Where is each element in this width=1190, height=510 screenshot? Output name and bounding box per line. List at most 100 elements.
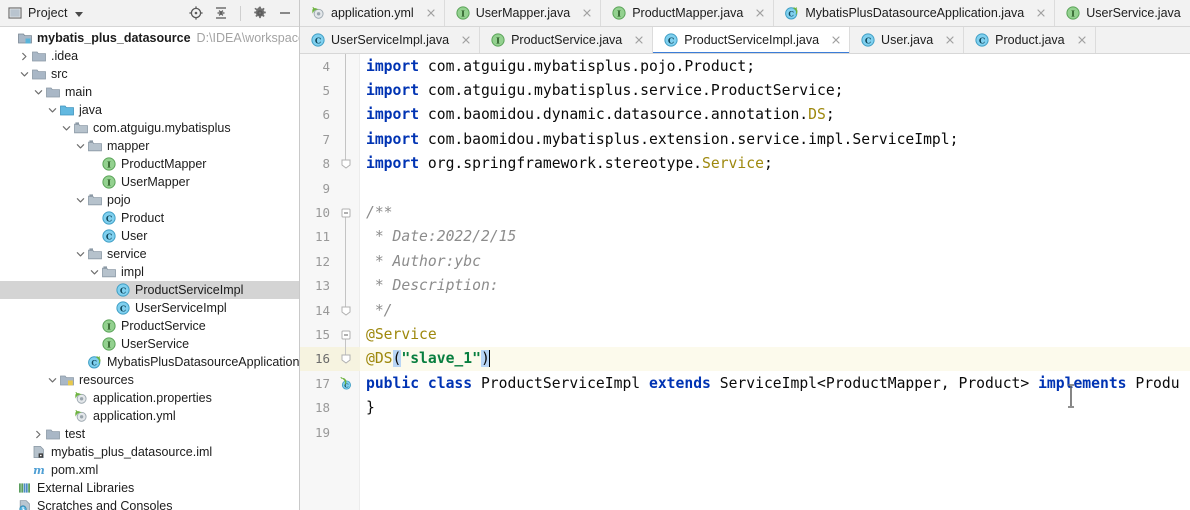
close-icon[interactable]: [1076, 34, 1088, 46]
gear-icon[interactable]: [252, 5, 268, 21]
code-line[interactable]: * Description:: [360, 274, 1190, 298]
tree-node[interactable]: C UserServiceImpl: [0, 299, 299, 317]
editor-tab[interactable]: application.yml: [300, 0, 445, 26]
editor-tab[interactable]: I UserService.java: [1055, 0, 1190, 26]
tree-node[interactable]: I ProductMapper: [0, 155, 299, 173]
gutter-line[interactable]: 9: [300, 176, 360, 200]
code-line[interactable]: * Author:ybc: [360, 249, 1190, 273]
tree-node[interactable]: application.yml: [0, 407, 299, 425]
close-icon[interactable]: [944, 34, 956, 46]
tree-node[interactable]: mybatis_plus_datasource.iml: [0, 443, 299, 461]
fold-expanded-icon[interactable]: [341, 330, 351, 340]
chevron-down-icon[interactable]: [75, 195, 86, 206]
close-icon[interactable]: [425, 7, 437, 19]
gutter-line[interactable]: 8: [300, 152, 360, 176]
editor-gutter[interactable]: 4 5 6 7 8 9 10 11 12 13 14 15 16 17 C 18 19: [300, 54, 360, 510]
tree-node[interactable]: I ProductService: [0, 317, 299, 335]
tree-node[interactable]: pojo: [0, 191, 299, 209]
code-line[interactable]: */: [360, 298, 1190, 322]
editor-tab[interactable]: I UserMapper.java: [444, 0, 602, 26]
editor-tab-active[interactable]: C ProductServiceImpl.java: [653, 27, 851, 53]
editor-tab[interactable]: I ProductService.java: [480, 27, 654, 53]
code-line[interactable]: import com.atguigu.mybatisplus.service.P…: [360, 78, 1190, 102]
tree-node[interactable]: C MybatisPlusDatasourceApplication: [0, 353, 299, 371]
tree-node[interactable]: resources: [0, 371, 299, 389]
tree-node[interactable]: com.atguigu.mybatisplus: [0, 119, 299, 137]
tree-node[interactable]: src: [0, 65, 299, 83]
chevron-down-icon[interactable]: [47, 105, 58, 116]
code-line[interactable]: import com.atguigu.mybatisplus.pojo.Prod…: [360, 54, 1190, 78]
tree-node[interactable]: External Libraries: [0, 479, 299, 497]
code-line[interactable]: import com.baomidou.mybatisplus.extensio…: [360, 127, 1190, 151]
tree-node[interactable]: main: [0, 83, 299, 101]
fold-expanded-icon[interactable]: [341, 208, 351, 218]
gutter-line[interactable]: 15: [300, 322, 360, 346]
tree-node[interactable]: service: [0, 245, 299, 263]
gutter-line[interactable]: 6: [300, 103, 360, 127]
tree-node[interactable]: impl: [0, 263, 299, 281]
close-icon[interactable]: [460, 34, 472, 46]
spring-bean-icon[interactable]: C: [334, 376, 356, 391]
chevron-down-icon[interactable]: [19, 69, 30, 80]
code-editor[interactable]: import com.atguigu.mybatisplus.pojo.Prod…: [360, 54, 1190, 510]
gutter-line[interactable]: 10: [300, 200, 360, 224]
tree-node[interactable]: java: [0, 101, 299, 119]
editor-body[interactable]: 4 5 6 7 8 9 10 11 12 13 14 15 16 17 C 18 19 import com.a…: [300, 54, 1190, 510]
tree-node[interactable]: C User: [0, 227, 299, 245]
tree-node[interactable]: .idea: [0, 47, 299, 65]
chevron-right-icon[interactable]: [33, 429, 44, 440]
gutter-line[interactable]: 5: [300, 78, 360, 102]
chevron-down-icon[interactable]: [74, 11, 83, 17]
chevron-down-icon[interactable]: [47, 375, 58, 386]
gutter-line[interactable]: 11: [300, 225, 360, 249]
tree-node[interactable]: C Product: [0, 209, 299, 227]
tree-node[interactable]: I UserService: [0, 335, 299, 353]
gutter-line[interactable]: 13: [300, 274, 360, 298]
gutter-line[interactable]: 19: [300, 420, 360, 444]
close-icon[interactable]: [633, 34, 645, 46]
tree-node[interactable]: m pom.xml: [0, 461, 299, 479]
tree-node[interactable]: Scratches and Consoles: [0, 497, 299, 510]
fold-end-icon[interactable]: [341, 159, 351, 169]
chevron-down-icon[interactable]: [75, 141, 86, 152]
gutter-line[interactable]: 12: [300, 249, 360, 273]
code-line[interactable]: }: [360, 396, 1190, 420]
close-icon[interactable]: [754, 7, 766, 19]
tree-node[interactable]: I UserMapper: [0, 173, 299, 191]
tree-node[interactable]: mybatis_plus_datasource D:\IDEA\workspace…: [0, 29, 299, 47]
close-icon[interactable]: [581, 7, 593, 19]
chevron-down-icon[interactable]: [75, 249, 86, 260]
tree-node[interactable]: C ProductServiceImpl: [0, 281, 299, 299]
project-view-selector[interactable]: Project: [7, 5, 188, 21]
tree-node[interactable]: application.properties: [0, 389, 299, 407]
chevron-right-icon[interactable]: [19, 51, 30, 62]
minimize-icon[interactable]: [277, 5, 293, 21]
code-line[interactable]: [360, 420, 1190, 444]
collapse-all-icon[interactable]: [213, 5, 229, 21]
fold-end-icon[interactable]: [341, 354, 351, 365]
code-line[interactable]: @DS("slave_1"): [360, 347, 1190, 371]
project-tree[interactable]: mybatis_plus_datasource D:\IDEA\workspace…: [0, 27, 299, 510]
gutter-line[interactable]: 14: [300, 298, 360, 322]
code-line[interactable]: * Date:2022/2/15: [360, 225, 1190, 249]
chevron-down-icon[interactable]: [33, 87, 44, 98]
code-line[interactable]: import org.springframework.stereotype. Se…: [360, 152, 1190, 176]
chevron-down-icon[interactable]: [89, 267, 100, 278]
code-line[interactable]: /**: [360, 200, 1190, 224]
tree-node[interactable]: test: [0, 425, 299, 443]
code-line[interactable]: public class ProductServiceImpl extends …: [360, 371, 1190, 395]
gutter-line[interactable]: 18: [300, 396, 360, 420]
gutter-line[interactable]: 7: [300, 127, 360, 151]
tree-node[interactable]: mapper: [0, 137, 299, 155]
code-line[interactable]: @Service: [360, 322, 1190, 346]
chevron-down-icon[interactable]: [61, 123, 72, 134]
gutter-line[interactable]: 16: [300, 347, 360, 371]
code-line[interactable]: [360, 176, 1190, 200]
editor-tab-row-2[interactable]: C UserServiceImpl.java I ProductService.jav…: [300, 27, 1190, 54]
code-line[interactable]: import com.baomidou.dynamic.datasource.a…: [360, 103, 1190, 127]
editor-tab[interactable]: C UserServiceImpl.java: [300, 27, 481, 53]
gutter-line[interactable]: 17 C: [300, 371, 360, 395]
close-icon[interactable]: [1035, 7, 1047, 19]
editor-tab[interactable]: C MybatisPlusDatasourceApplication.java: [774, 0, 1056, 26]
editor-tab[interactable]: C User.java: [850, 27, 965, 53]
